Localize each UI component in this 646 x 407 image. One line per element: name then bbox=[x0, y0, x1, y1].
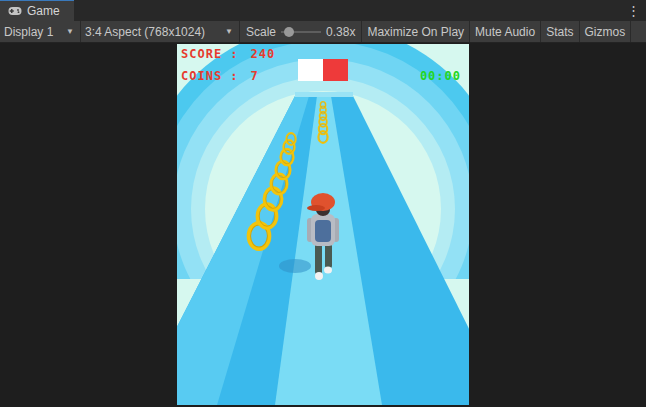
toolbar-toggle[interactable]: Maximize On Play bbox=[362, 21, 470, 42]
player-shadow bbox=[279, 259, 311, 273]
hud: SCORE :240 COINS :700:00 bbox=[177, 44, 469, 83]
game-window: Game⋮Display 1▼3:4 Aspect (768x1024)▼Sca… bbox=[0, 0, 646, 407]
dropdown-arrow-icon: ▼ bbox=[225, 27, 233, 36]
road-center-lane bbox=[275, 96, 382, 405]
game-view-area: SCORE :240 COINS :700:00 bbox=[0, 43, 646, 407]
scale-reading: 0.38x bbox=[326, 25, 355, 39]
scale-label: Scale bbox=[246, 25, 276, 39]
white-block bbox=[298, 59, 323, 81]
gamepad-icon bbox=[8, 6, 22, 16]
window-menu-button[interactable]: ⋮ bbox=[621, 0, 646, 21]
scale-slider[interactable] bbox=[281, 26, 321, 38]
scale-control: Scale 0.38x bbox=[240, 21, 362, 42]
tab-bar: Game ⋮ bbox=[0, 0, 646, 21]
red-block bbox=[323, 59, 348, 81]
timer-display: 00:00 bbox=[420, 69, 461, 83]
player-character bbox=[307, 193, 339, 280]
game-toolbar: Display 1▼3:4 Aspect (768x1024)▼ Scale 0.3… bbox=[0, 21, 646, 43]
coin-ring bbox=[283, 140, 294, 154]
coins-display: COINS :7 bbox=[181, 69, 420, 83]
coin-ring bbox=[281, 149, 294, 165]
display-dropdown[interactable]: Display 1▼ bbox=[0, 21, 81, 42]
toolbar-toggle[interactable]: Mute Audio bbox=[470, 21, 541, 42]
game-viewport: SCORE :240 COINS :700:00 bbox=[177, 44, 469, 405]
road bbox=[177, 96, 469, 405]
game-tab[interactable]: Game bbox=[0, 0, 74, 21]
game-scene bbox=[177, 44, 469, 405]
score-display: SCORE :240 bbox=[181, 47, 420, 61]
coin-ring bbox=[286, 133, 296, 145]
aspect-dropdown[interactable]: 3:4 Aspect (768x1024)▼ bbox=[81, 21, 240, 42]
backpack-icon bbox=[315, 220, 331, 242]
dropdown-arrow-icon: ▼ bbox=[66, 27, 74, 36]
coin-ring bbox=[320, 102, 326, 109]
tab-label: Game bbox=[27, 4, 60, 18]
toolbar-toggle[interactable]: Stats bbox=[541, 21, 579, 42]
road-horizon bbox=[295, 92, 353, 97]
toolbar-toggle[interactable]: Gizmos bbox=[580, 21, 632, 42]
slider-knob[interactable] bbox=[284, 27, 294, 37]
